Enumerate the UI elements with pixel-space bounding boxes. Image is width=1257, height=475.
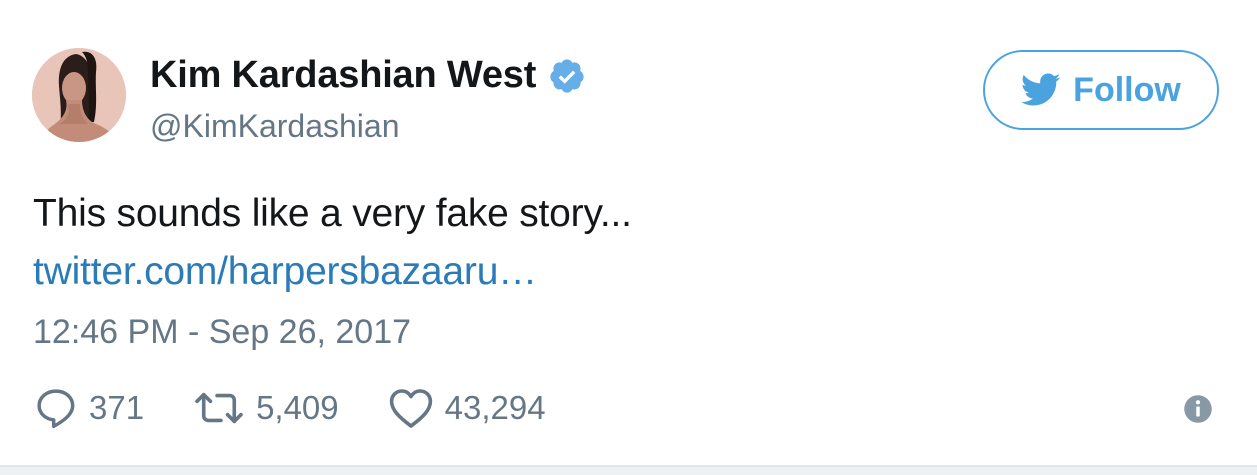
reply-count: 371 [89,389,145,426]
tweet-card: Kim Kardashian West @KimKardashian Follo… [0,0,1257,475]
author-display-name[interactable]: Kim Kardashian West [150,54,536,97]
retweet-count: 5,409 [256,389,339,426]
follow-button[interactable]: Follow [983,50,1219,130]
like-action[interactable]: 43,294 [387,385,546,431]
twitter-bird-icon [1021,73,1061,106]
author-handle[interactable]: @KimKardashian [150,108,399,145]
follow-button-label: Follow [1073,70,1181,109]
author-name-row: Kim Kardashian West [150,54,586,97]
tweet-timestamp[interactable]: 12:46 PM - Sep 26, 2017 [33,313,411,352]
retweet-action[interactable]: 5,409 [192,387,339,429]
tweet-actions: 371 5,409 43,294 [33,385,594,431]
reply-action[interactable]: 371 [33,385,144,431]
card-bottom-border [0,465,1257,475]
retweet-icon [195,392,243,424]
verified-badge-icon [550,58,584,93]
avatar-image [32,48,126,142]
reply-icon [37,389,75,429]
tweet-link[interactable]: twitter.com/harpersbazaaru… [33,250,537,294]
info-icon[interactable] [1183,394,1213,424]
heart-icon [389,389,432,428]
like-count: 43,294 [444,389,546,426]
avatar[interactable] [32,48,126,142]
tweet-text: This sounds like a very fake story... [33,192,632,235]
